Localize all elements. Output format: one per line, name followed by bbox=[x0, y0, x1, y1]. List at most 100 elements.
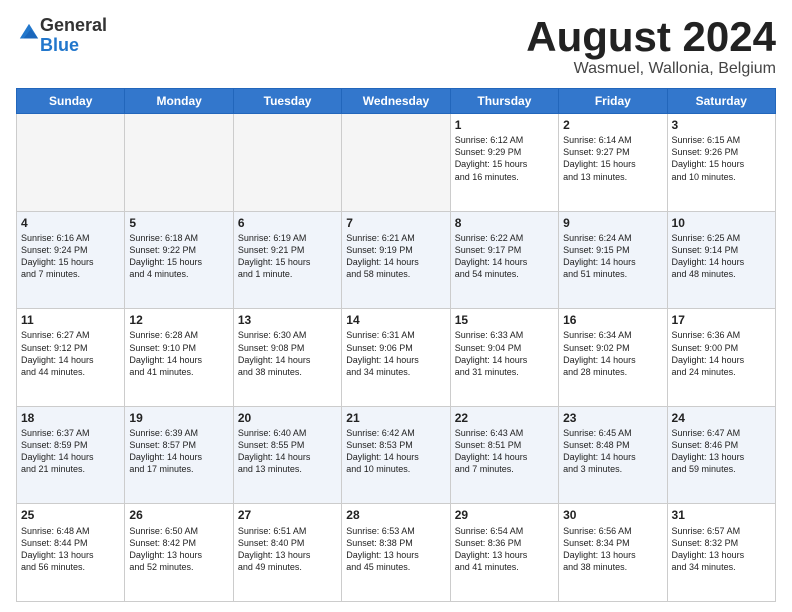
day-number: 14 bbox=[346, 312, 445, 328]
day-info: Sunrise: 6:22 AMSunset: 9:17 PMDaylight:… bbox=[455, 232, 554, 281]
day-number: 17 bbox=[672, 312, 771, 328]
day-number: 28 bbox=[346, 507, 445, 523]
day-info: Sunrise: 6:54 AMSunset: 8:36 PMDaylight:… bbox=[455, 525, 554, 574]
col-saturday: Saturday bbox=[667, 89, 775, 114]
calendar-cell: 5Sunrise: 6:18 AMSunset: 9:22 PMDaylight… bbox=[125, 211, 233, 309]
calendar-cell: 22Sunrise: 6:43 AMSunset: 8:51 PMDayligh… bbox=[450, 406, 558, 504]
day-info: Sunrise: 6:57 AMSunset: 8:32 PMDaylight:… bbox=[672, 525, 771, 574]
calendar-cell: 3Sunrise: 6:15 AMSunset: 9:26 PMDaylight… bbox=[667, 114, 775, 212]
day-number: 8 bbox=[455, 215, 554, 231]
calendar-week-3: 11Sunrise: 6:27 AMSunset: 9:12 PMDayligh… bbox=[17, 309, 776, 407]
day-info: Sunrise: 6:53 AMSunset: 8:38 PMDaylight:… bbox=[346, 525, 445, 574]
header: General Blue August 2024 Wasmuel, Wallon… bbox=[16, 16, 776, 78]
day-number: 9 bbox=[563, 215, 662, 231]
day-info: Sunrise: 6:43 AMSunset: 8:51 PMDaylight:… bbox=[455, 427, 554, 476]
day-info: Sunrise: 6:16 AMSunset: 9:24 PMDaylight:… bbox=[21, 232, 120, 281]
day-info: Sunrise: 6:50 AMSunset: 8:42 PMDaylight:… bbox=[129, 525, 228, 574]
day-info: Sunrise: 6:27 AMSunset: 9:12 PMDaylight:… bbox=[21, 329, 120, 378]
calendar-cell: 13Sunrise: 6:30 AMSunset: 9:08 PMDayligh… bbox=[233, 309, 341, 407]
calendar-cell: 7Sunrise: 6:21 AMSunset: 9:19 PMDaylight… bbox=[342, 211, 450, 309]
day-info: Sunrise: 6:18 AMSunset: 9:22 PMDaylight:… bbox=[129, 232, 228, 281]
col-wednesday: Wednesday bbox=[342, 89, 450, 114]
day-info: Sunrise: 6:40 AMSunset: 8:55 PMDaylight:… bbox=[238, 427, 337, 476]
calendar-cell bbox=[125, 114, 233, 212]
day-number: 24 bbox=[672, 410, 771, 426]
day-number: 18 bbox=[21, 410, 120, 426]
day-info: Sunrise: 6:25 AMSunset: 9:14 PMDaylight:… bbox=[672, 232, 771, 281]
day-number: 13 bbox=[238, 312, 337, 328]
calendar: Sunday Monday Tuesday Wednesday Thursday… bbox=[16, 88, 776, 602]
day-info: Sunrise: 6:42 AMSunset: 8:53 PMDaylight:… bbox=[346, 427, 445, 476]
day-number: 4 bbox=[21, 215, 120, 231]
calendar-cell: 23Sunrise: 6:45 AMSunset: 8:48 PMDayligh… bbox=[559, 406, 667, 504]
day-number: 21 bbox=[346, 410, 445, 426]
calendar-cell: 26Sunrise: 6:50 AMSunset: 8:42 PMDayligh… bbox=[125, 504, 233, 602]
day-number: 10 bbox=[672, 215, 771, 231]
calendar-cell: 12Sunrise: 6:28 AMSunset: 9:10 PMDayligh… bbox=[125, 309, 233, 407]
calendar-cell: 9Sunrise: 6:24 AMSunset: 9:15 PMDaylight… bbox=[559, 211, 667, 309]
calendar-cell: 16Sunrise: 6:34 AMSunset: 9:02 PMDayligh… bbox=[559, 309, 667, 407]
title-block: August 2024 Wasmuel, Wallonia, Belgium bbox=[526, 16, 776, 78]
calendar-cell: 24Sunrise: 6:47 AMSunset: 8:46 PMDayligh… bbox=[667, 406, 775, 504]
calendar-header-row: Sunday Monday Tuesday Wednesday Thursday… bbox=[17, 89, 776, 114]
day-number: 16 bbox=[563, 312, 662, 328]
day-info: Sunrise: 6:51 AMSunset: 8:40 PMDaylight:… bbox=[238, 525, 337, 574]
calendar-cell: 1Sunrise: 6:12 AMSunset: 9:29 PMDaylight… bbox=[450, 114, 558, 212]
day-number: 29 bbox=[455, 507, 554, 523]
calendar-cell bbox=[17, 114, 125, 212]
calendar-cell: 31 Sunrise: 6:57 AMSunset: 8:32 PMDayligh… bbox=[667, 504, 775, 602]
day-info: Sunrise: 6:31 AMSunset: 9:06 PMDaylight:… bbox=[346, 329, 445, 378]
title-month: August 2024 bbox=[526, 16, 776, 58]
calendar-cell: 20Sunrise: 6:40 AMSunset: 8:55 PMDayligh… bbox=[233, 406, 341, 504]
day-info: Sunrise: 6:28 AMSunset: 9:10 PMDaylight:… bbox=[129, 329, 228, 378]
day-info: Sunrise: 6:48 AMSunset: 8:44 PMDaylight:… bbox=[21, 525, 120, 574]
calendar-cell: 19Sunrise: 6:39 AMSunset: 8:57 PMDayligh… bbox=[125, 406, 233, 504]
calendar-cell: 27Sunrise: 6:51 AMSunset: 8:40 PMDayligh… bbox=[233, 504, 341, 602]
calendar-week-5: 25 Sunrise: 6:48 AMSunset: 8:44 PMDayligh… bbox=[17, 504, 776, 602]
day-info: Sunrise: 6:15 AMSunset: 9:26 PMDaylight:… bbox=[672, 134, 771, 183]
day-info: Sunrise: 6:47 AMSunset: 8:46 PMDaylight:… bbox=[672, 427, 771, 476]
day-number: 20 bbox=[238, 410, 337, 426]
calendar-cell: 6Sunrise: 6:19 AMSunset: 9:21 PMDaylight… bbox=[233, 211, 341, 309]
day-number: 15 bbox=[455, 312, 554, 328]
calendar-cell: 15Sunrise: 6:33 AMSunset: 9:04 PMDayligh… bbox=[450, 309, 558, 407]
col-friday: Friday bbox=[559, 89, 667, 114]
day-number: 19 bbox=[129, 410, 228, 426]
logo: General Blue bbox=[16, 16, 107, 56]
calendar-cell: 30Sunrise: 6:56 AMSunset: 8:34 PMDayligh… bbox=[559, 504, 667, 602]
day-info: Sunrise: 6:34 AMSunset: 9:02 PMDaylight:… bbox=[563, 329, 662, 378]
day-info: Sunrise: 6:33 AMSunset: 9:04 PMDaylight:… bbox=[455, 329, 554, 378]
day-info: Sunrise: 6:30 AMSunset: 9:08 PMDaylight:… bbox=[238, 329, 337, 378]
calendar-cell: 2Sunrise: 6:14 AMSunset: 9:27 PMDaylight… bbox=[559, 114, 667, 212]
calendar-cell: 4Sunrise: 6:16 AMSunset: 9:24 PMDaylight… bbox=[17, 211, 125, 309]
day-number: 1 bbox=[455, 117, 554, 133]
day-info: Sunrise: 6:14 AMSunset: 9:27 PMDaylight:… bbox=[563, 134, 662, 183]
day-number: 23 bbox=[563, 410, 662, 426]
calendar-week-2: 4Sunrise: 6:16 AMSunset: 9:24 PMDaylight… bbox=[17, 211, 776, 309]
col-sunday: Sunday bbox=[17, 89, 125, 114]
day-number: 30 bbox=[563, 507, 662, 523]
day-number: 3 bbox=[672, 117, 771, 133]
day-number: 11 bbox=[21, 312, 120, 328]
calendar-cell: 25 Sunrise: 6:48 AMSunset: 8:44 PMDayligh… bbox=[17, 504, 125, 602]
day-info: Sunrise: 6:45 AMSunset: 8:48 PMDaylight:… bbox=[563, 427, 662, 476]
calendar-cell bbox=[342, 114, 450, 212]
day-info: Sunrise: 6:36 AMSunset: 9:00 PMDaylight:… bbox=[672, 329, 771, 378]
page: General Blue August 2024 Wasmuel, Wallon… bbox=[0, 0, 792, 612]
calendar-cell: 14Sunrise: 6:31 AMSunset: 9:06 PMDayligh… bbox=[342, 309, 450, 407]
calendar-cell: 11Sunrise: 6:27 AMSunset: 9:12 PMDayligh… bbox=[17, 309, 125, 407]
calendar-cell: 29 Sunrise: 6:54 AMSunset: 8:36 PMDayligh… bbox=[450, 504, 558, 602]
day-number: 22 bbox=[455, 410, 554, 426]
day-info: Sunrise: 6:12 AMSunset: 9:29 PMDaylight:… bbox=[455, 134, 554, 183]
day-number: 25 bbox=[21, 507, 120, 523]
day-info: Sunrise: 6:37 AMSunset: 8:59 PMDaylight:… bbox=[21, 427, 120, 476]
col-thursday: Thursday bbox=[450, 89, 558, 114]
col-tuesday: Tuesday bbox=[233, 89, 341, 114]
calendar-cell: 28 Sunrise: 6:53 AMSunset: 8:38 PMDayligh… bbox=[342, 504, 450, 602]
day-number: 31 bbox=[672, 507, 771, 523]
calendar-cell: 21Sunrise: 6:42 AMSunset: 8:53 PMDayligh… bbox=[342, 406, 450, 504]
day-number: 6 bbox=[238, 215, 337, 231]
calendar-cell: 18Sunrise: 6:37 AMSunset: 8:59 PMDayligh… bbox=[17, 406, 125, 504]
day-number: 7 bbox=[346, 215, 445, 231]
day-number: 2 bbox=[563, 117, 662, 133]
